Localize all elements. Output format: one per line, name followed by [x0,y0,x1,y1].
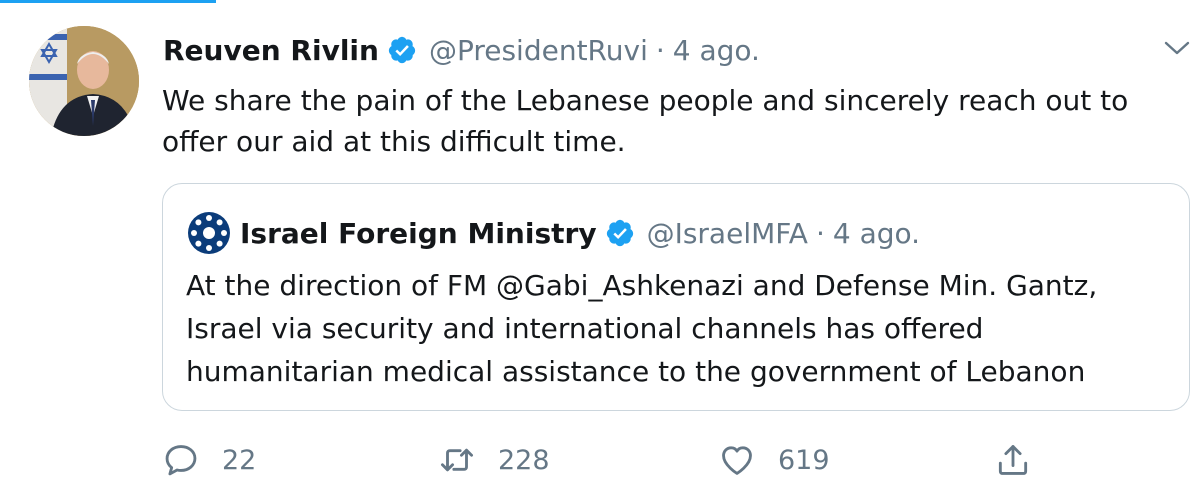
separator-dot: · [655,33,665,67]
retweet-count: 228 [498,444,550,476]
avatar[interactable] [29,26,139,136]
reply-icon [165,445,197,476]
retweet-icon [441,448,473,472]
like-button[interactable]: 619 [718,437,830,483]
tweet-header: Reuven Rivlin @PresidentRuvi · 4 ago. [163,28,760,72]
author-handle[interactable]: @PresidentRuvi [429,34,648,67]
separator-dot: · [815,216,825,250]
verified-badge-icon [387,35,417,65]
quoted-tweet[interactable]: Israel Foreign Ministry @IsraelMFA · 4 a… [162,183,1190,411]
quoted-author-name[interactable]: Israel Foreign Ministry [240,217,597,250]
quoted-tweet-header: Israel Foreign Ministry @IsraelMFA · 4 a… [186,210,921,256]
timestamp[interactable]: 4 ago. [673,34,760,67]
quoted-timestamp: 4 ago. [832,216,921,250]
tweet-actions: 22 228 619 [162,437,1062,483]
retweet-button[interactable]: 228 [438,437,550,483]
quoted-avatar[interactable] [186,210,232,256]
tweet[interactable]: Reuven Rivlin @PresidentRuvi · 4 ago. We… [0,0,1200,485]
reply-count: 22 [222,444,257,476]
quoted-author-handle[interactable]: @IsraelMFA [647,217,808,250]
verified-badge-icon [605,218,635,248]
quoted-tweet-text: At the direction of FM @Gabi_Ashkenazi a… [186,269,1098,388]
tweet-text: We share the pain of the Lebanese people… [162,84,1129,158]
share-icon [998,445,1028,475]
like-count: 619 [778,444,830,476]
reply-button[interactable]: 22 [162,437,256,483]
chevron-down-icon[interactable] [1162,36,1192,60]
like-icon [722,446,752,475]
share-button[interactable] [994,437,1054,483]
author-name[interactable]: Reuven Rivlin [163,34,379,67]
